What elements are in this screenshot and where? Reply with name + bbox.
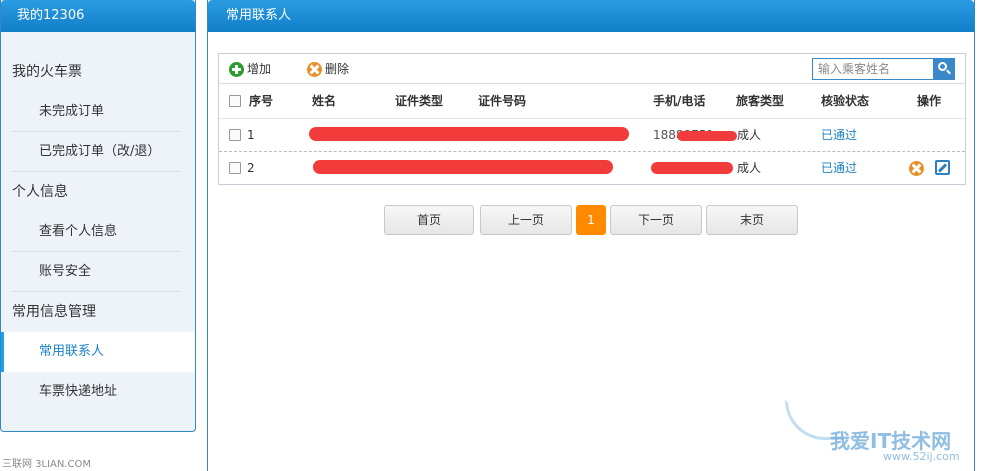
last-page-button[interactable]: 末页 [706, 205, 798, 235]
plus-icon [229, 61, 244, 77]
redaction-mark [651, 162, 733, 174]
row-status-link[interactable]: 已通过 [821, 152, 857, 184]
sidebar-item-unfinished-orders[interactable]: 未完成订单 [1, 92, 195, 132]
panel-title: 常用联系人 [208, 0, 974, 32]
col-name: 姓名 [312, 94, 337, 108]
redaction-mark [677, 131, 737, 141]
redaction-mark [309, 127, 629, 141]
grid-toolbar: 增加 删除 [219, 54, 965, 84]
table-row: 1 18888751 成人 已通过 [219, 118, 965, 150]
sidebar-title: 我的12306 [1, 0, 195, 32]
col-actions: 操作 [917, 94, 942, 108]
col-index: 序号 [249, 94, 274, 108]
sidebar-item-finished-orders[interactable]: 已完成订单（改/退） [1, 132, 195, 172]
row-checkbox[interactable] [229, 129, 241, 141]
row-checkbox[interactable] [229, 162, 241, 174]
table-header: 序号 姓名 证件类型 证件号码 手机/电话 旅客类型 核验状态 操作 [219, 85, 965, 117]
passenger-search [812, 58, 955, 80]
sidebar-section-personal-info: 个人信息 [12, 184, 68, 200]
col-id-type: 证件类型 [395, 94, 444, 108]
prev-page-button[interactable]: 上一页 [480, 205, 572, 235]
sidebar-item-account-security[interactable]: 账号安全 [1, 252, 195, 292]
row-index: 2 [247, 161, 255, 175]
first-page-button[interactable]: 首页 [384, 205, 474, 235]
watermark-url: www.52ij.com [883, 450, 960, 463]
col-status: 核验状态 [821, 94, 870, 108]
sidebar-section-my-tickets: 我的火车票 [12, 64, 82, 80]
row-passenger-type: 成人 [737, 128, 762, 142]
delete-contact-icon[interactable] [909, 161, 924, 176]
row-passenger-type: 成人 [737, 161, 762, 175]
sidebar-item-common-contacts[interactable]: 常用联系人 [1, 332, 195, 372]
col-id-number: 证件号码 [478, 94, 527, 108]
contacts-grid: 增加 删除 序号 姓名 证件类型 证件号码 手机/电话 旅客类型 核 [218, 53, 966, 185]
delete-button[interactable]: 删除 [307, 61, 349, 77]
table-row: 2 15173891 成人 已通过 [219, 151, 965, 183]
sidebar: 我的12306 我的火车票 未完成订单 已完成订单（改/退） 个人信息 查看个人… [0, 0, 196, 432]
current-page-button[interactable]: 1 [576, 205, 606, 235]
redaction-mark [313, 160, 613, 174]
edit-contact-icon[interactable] [935, 160, 950, 175]
footer-brand: 三联网 3LIAN.COM [2, 459, 92, 470]
search-button[interactable] [933, 59, 954, 79]
sidebar-item-view-personal-info[interactable]: 查看个人信息 [1, 212, 195, 252]
row-index: 1 [247, 128, 255, 142]
next-page-button[interactable]: 下一页 [610, 205, 702, 235]
contacts-panel: 常用联系人 增加 删除 序号 姓名 证件类型 [207, 0, 975, 471]
col-phone: 手机/电话 [653, 94, 706, 108]
passenger-search-input[interactable] [813, 59, 933, 79]
row-status-link[interactable]: 已通过 [821, 119, 857, 151]
add-button[interactable]: 增加 [229, 61, 271, 77]
delete-icon [307, 61, 322, 77]
col-passenger-type: 旅客类型 [736, 94, 785, 108]
sidebar-item-delivery-address[interactable]: 车票快递地址 [1, 372, 195, 412]
sidebar-section-common-info: 常用信息管理 [12, 304, 96, 320]
select-all-checkbox[interactable] [229, 95, 241, 107]
